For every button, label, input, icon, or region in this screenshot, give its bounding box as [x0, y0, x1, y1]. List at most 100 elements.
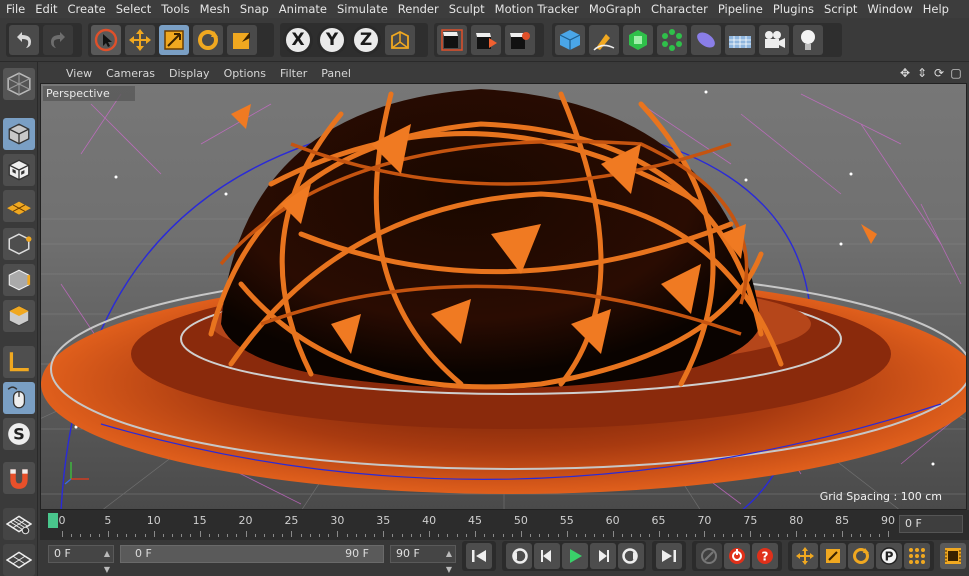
maximize-view-icon[interactable]: ▢	[949, 66, 963, 80]
timeline-tick	[199, 531, 201, 537]
live-selection-button[interactable]	[91, 25, 121, 55]
move-button[interactable]	[125, 25, 155, 55]
menu-create[interactable]: Create	[63, 0, 111, 18]
snap-button[interactable]	[3, 508, 35, 540]
make-editable-button[interactable]	[3, 68, 35, 100]
deformer-button[interactable]	[691, 25, 721, 55]
viewport-menu-view[interactable]: View	[40, 67, 99, 80]
z-axis-lock-button[interactable]: Z	[351, 25, 381, 55]
viewport-menu-filter[interactable]: Filter	[273, 67, 314, 80]
array-button[interactable]	[657, 25, 687, 55]
camera-button[interactable]	[759, 25, 789, 55]
texture-mode-button[interactable]	[3, 154, 35, 186]
pla-key-button[interactable]	[904, 543, 930, 569]
render-settings-button[interactable]	[505, 25, 535, 55]
timeline-ruler[interactable]: 0 5 10 15 20 25 30 35 40 45 50 55 60 65 70 75 80 85 90 0 F	[40, 510, 969, 540]
menu-help[interactable]: Help	[918, 0, 954, 18]
render-view-button[interactable]	[437, 25, 467, 55]
go-to-start-button[interactable]	[466, 543, 492, 569]
workplane-button[interactable]	[3, 190, 35, 222]
rotate-button[interactable]	[193, 25, 223, 55]
cube-button[interactable]	[555, 25, 585, 55]
menu-file[interactable]: File	[0, 0, 30, 18]
render-picture-viewer-button[interactable]	[471, 25, 501, 55]
go-to-end-button[interactable]	[656, 543, 682, 569]
polygons-mode-button[interactable]	[3, 300, 35, 332]
menu-window[interactable]: Window	[862, 0, 917, 18]
viewport-menu-panel[interactable]: Panel	[314, 67, 358, 80]
undo-button[interactable]	[9, 25, 39, 55]
menu-tools[interactable]: Tools	[156, 0, 194, 18]
timeline-window-button[interactable]	[940, 543, 966, 569]
next-key-button[interactable]	[618, 543, 644, 569]
menu-select[interactable]: Select	[111, 0, 156, 18]
viewport-menu-options[interactable]: Options	[217, 67, 273, 80]
keyframe-selection-button[interactable]: ?	[752, 543, 778, 569]
recent-tool-button[interactable]	[227, 25, 257, 55]
current-frame-field[interactable]: 0 F	[899, 515, 963, 533]
menu-character[interactable]: Character	[646, 0, 713, 18]
light-button[interactable]	[793, 25, 823, 55]
timeline-tick	[328, 534, 330, 537]
timeline-tick	[658, 531, 660, 537]
current-frame-cursor[interactable]	[48, 513, 58, 528]
redo-button[interactable]	[43, 25, 73, 55]
menu-pipeline[interactable]: Pipeline	[713, 0, 768, 18]
timeline-tick-label: 45	[468, 514, 482, 527]
menu-sculpt[interactable]: Sculpt	[444, 0, 490, 18]
autokey-button[interactable]	[724, 543, 750, 569]
previous-key-button[interactable]	[506, 543, 532, 569]
start-frame-field[interactable]: 0 F ▲ ▼	[48, 545, 114, 574]
record-keys-button[interactable]	[696, 543, 722, 569]
menu-mesh[interactable]: Mesh	[195, 0, 235, 18]
menu-animate[interactable]: Animate	[274, 0, 332, 18]
timeline-tick	[135, 534, 137, 537]
x-axis-lock-button[interactable]: X	[283, 25, 313, 55]
viewport-menu-cameras[interactable]: Cameras	[99, 67, 162, 80]
timeline-track[interactable]: 0 5 10 15 20 25 30 35 40 45 50 55 60 65 70 75 80 85 90	[48, 513, 895, 537]
axis-mode-button[interactable]	[3, 346, 35, 378]
tweak-mode-button[interactable]	[3, 382, 35, 414]
y-axis-lock-button[interactable]: Y	[317, 25, 347, 55]
orbit-icon[interactable]: ⟳	[932, 66, 946, 80]
menu-motion-tracker[interactable]: Motion Tracker	[490, 0, 584, 18]
solo-button[interactable]: S	[3, 418, 35, 450]
menu-snap[interactable]: Snap	[235, 0, 274, 18]
pen-spline-button[interactable]	[589, 25, 619, 55]
magnet-button[interactable]	[3, 462, 35, 494]
menu-plugins[interactable]: Plugins	[768, 0, 819, 18]
viewport-menu-bar: View Cameras Display Options Filter Pane…	[40, 64, 969, 83]
viewport-menu-display[interactable]: Display	[162, 67, 217, 80]
perspective-viewport[interactable]: Perspective Grid Spacing : 100 cm	[40, 83, 967, 510]
world-coordinates-button[interactable]	[385, 25, 415, 55]
menu-edit[interactable]: Edit	[30, 0, 62, 18]
pan-icon[interactable]: ✥	[898, 66, 912, 80]
timeline-tick	[713, 534, 715, 537]
timeline-tick	[144, 534, 146, 537]
next-frame-button[interactable]	[590, 543, 616, 569]
menu-render[interactable]: Render	[393, 0, 444, 18]
preview-range-slider[interactable]: 0 F 90 F	[120, 545, 384, 563]
scale-key-button[interactable]	[820, 543, 846, 569]
play-forwards-button[interactable]	[562, 543, 588, 569]
model-mode-button[interactable]	[3, 118, 35, 150]
svg-text:S: S	[13, 424, 25, 443]
timeline-tick	[768, 534, 770, 537]
rotation-key-button[interactable]	[848, 543, 874, 569]
menu-script[interactable]: Script	[819, 0, 862, 18]
dolly-icon[interactable]: ⇕	[915, 66, 929, 80]
floor-button[interactable]	[725, 25, 755, 55]
parameter-key-button[interactable]: P	[876, 543, 902, 569]
previous-key-icon	[512, 548, 528, 564]
previous-frame-button[interactable]	[534, 543, 560, 569]
edges-mode-button[interactable]	[3, 264, 35, 296]
menu-mograph[interactable]: MoGraph	[584, 0, 646, 18]
points-mode-button[interactable]	[3, 228, 35, 260]
scale-button[interactable]	[159, 25, 189, 55]
end-frame-field[interactable]: 90 F ▲ ▼	[390, 545, 456, 574]
lock-grid-button[interactable]	[3, 544, 35, 576]
menu-simulate[interactable]: Simulate	[332, 0, 393, 18]
subdivision-button[interactable]	[623, 25, 653, 55]
position-key-button[interactable]	[792, 543, 818, 569]
timeline-tick	[805, 534, 807, 537]
